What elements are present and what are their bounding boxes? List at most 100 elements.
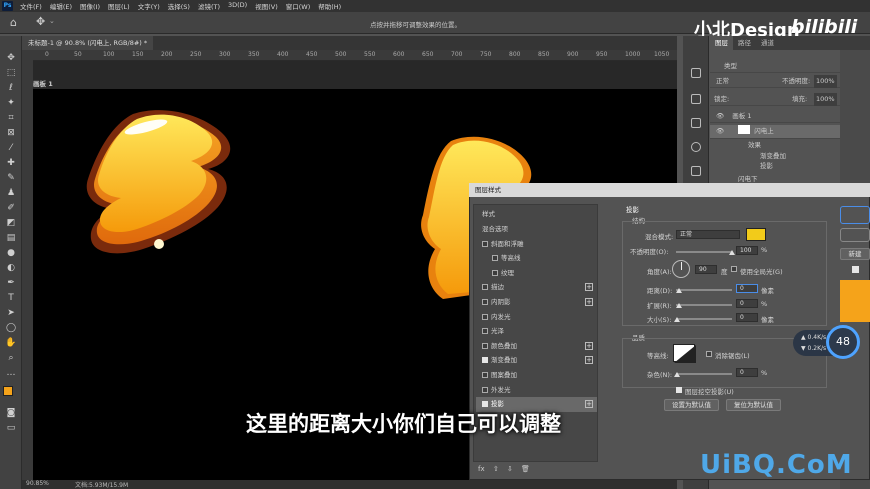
add-style-icon[interactable]: + [585,298,593,306]
style-item[interactable]: 斜面和浮雕 [476,237,597,252]
cancel-button[interactable] [840,228,870,242]
distance-slider-thumb[interactable] [676,288,682,293]
noise-input[interactable]: 0 [736,368,758,377]
distance-input[interactable]: 0 [736,284,758,293]
new-style-button[interactable]: 新建 [840,248,870,260]
foreground-color-swatch[interactable] [3,386,13,396]
layer-row-lightning-top[interactable]: 👁闪电上fx [710,125,853,139]
dialog-title[interactable]: 图层样式 [469,183,870,197]
style-checkbox[interactable] [482,284,488,291]
menu-item[interactable]: 文件(F) [16,1,46,11]
tab-channels[interactable]: 通道 [756,36,779,50]
style-checkbox[interactable] [482,313,488,320]
opacity-slider-thumb[interactable] [729,250,735,255]
brush-tool-icon[interactable]: ✎ [5,172,17,184]
style-item[interactable]: 等高线 [476,251,597,266]
style-item[interactable]: 图案叠加 [476,368,597,383]
contour-picker[interactable] [673,344,696,363]
spread-input[interactable]: 0 [736,299,758,308]
layer-filter-row[interactable]: 类型 [710,60,840,73]
menu-item[interactable]: 文字(Y) [134,1,164,11]
quick-mask-icon[interactable]: ◙ [5,407,17,419]
add-style-icon[interactable]: + [585,283,593,292]
gradient-tool-icon[interactable]: ▤ [5,232,17,244]
add-style-icon[interactable]: + [585,400,593,409]
layer-row-artboard[interactable]: 👁 画板 1 [710,110,840,123]
hand-tool-icon[interactable]: ✋ [5,337,17,349]
stamp-tool-icon[interactable]: ♟ [5,187,17,199]
eyedropper-icon[interactable]: ⁄ [5,142,17,154]
healing-brush-icon[interactable]: ✚ [5,157,17,169]
antialias-checkbox[interactable] [706,351,712,357]
menu-item[interactable]: 窗口(W) [282,1,315,11]
opacity-slider-track[interactable] [676,251,732,253]
angle-dial[interactable] [672,260,690,278]
type-tool-icon[interactable]: T [5,292,17,304]
preview-checkbox[interactable] [852,266,859,273]
menu-item[interactable]: 图像(I) [76,1,104,11]
add-style-icon[interactable]: + [585,356,593,365]
frame-tool-icon[interactable]: ⊠ [5,127,17,139]
screen-mode-icon[interactable]: ▭ [5,422,17,434]
dialog-bottom-icons[interactable]: fx ⇧ ⇩ 🗑 [478,465,530,473]
style-item[interactable]: 描边 + [476,280,597,295]
shape-tool-icon[interactable]: ◯ [5,322,17,334]
size-slider-thumb[interactable] [674,317,680,322]
libraries-icon[interactable] [691,166,701,176]
style-checkbox[interactable] [482,357,488,364]
noise-slider-track[interactable] [676,373,732,375]
global-light-checkbox[interactable] [731,266,737,272]
knockout-checkbox[interactable] [676,387,682,393]
document-tab[interactable]: 未标题-1 @ 90.8% (闪电上, RGB/8#) * [22,36,154,50]
move-tool-icon[interactable]: ✥ [5,52,17,64]
effect-drop-shadow-row[interactable]: 投影 [710,160,840,173]
adjustments-icon[interactable] [691,142,701,152]
style-checkbox[interactable] [482,401,488,408]
chevron-down-icon[interactable]: ⌄ [49,17,55,25]
style-checkbox[interactable] [482,372,488,378]
style-item[interactable]: 纹理 [476,266,597,281]
opacity-input[interactable]: 100 [736,246,758,255]
distance-slider-track[interactable] [676,289,732,291]
style-checkbox[interactable] [482,328,488,335]
menu-item[interactable]: 编辑(E) [46,1,76,11]
menu-item[interactable]: 选择(S) [164,1,194,11]
size-slider-track[interactable] [676,318,732,320]
layer-blend-mode[interactable]: 正常 [710,77,729,85]
style-checkbox[interactable] [482,299,488,305]
more-tools-icon[interactable]: … [5,367,17,379]
menu-item[interactable]: 滤镜(T) [194,1,224,11]
style-item[interactable]: 内发光 [476,310,597,325]
marquee-tool-icon[interactable]: ⬚ [5,67,17,79]
zoom-tool-icon[interactable]: ⌕ [5,352,17,364]
pen-tool-icon[interactable]: ✒ [5,277,17,289]
style-item[interactable]: 光泽 [476,324,597,339]
set-default-button[interactable]: 设置为默认值 [664,399,719,411]
style-item[interactable]: 内阴影 + [476,295,597,310]
reset-default-button[interactable]: 复位为默认值 [726,399,781,411]
tab-layers[interactable]: 图层 [710,36,733,50]
menu-item[interactable]: 图层(L) [104,1,134,11]
noise-slider-thumb[interactable] [674,372,680,377]
angle-input[interactable]: 90 [695,265,717,274]
path-select-icon[interactable]: ➤ [5,307,17,319]
style-checkbox[interactable] [482,342,488,349]
shadow-color-swatch[interactable] [746,228,766,241]
menu-item[interactable]: 视图(V) [251,1,282,11]
style-item[interactable]: 渐变叠加 + [476,353,597,368]
blend-mode-select[interactable]: 正常 [676,230,740,239]
fill-value[interactable]: 100% [814,93,837,106]
artboard-label[interactable]: 画板 1 [33,78,53,88]
color-icon[interactable] [691,118,701,128]
eraser-icon[interactable]: ◩ [5,217,17,229]
style-checkbox[interactable] [492,255,498,262]
style-item[interactable]: 混合选项 [476,222,597,237]
style-item[interactable]: 颜色叠加 + [476,339,597,354]
crop-tool-icon[interactable]: ⌗ [5,112,17,124]
style-item[interactable]: 外发光 [476,383,597,398]
home-icon[interactable]: ⌂ [10,16,17,29]
dodge-tool-icon[interactable]: ◐ [5,262,17,274]
add-style-icon[interactable]: + [585,341,593,350]
spread-slider-thumb[interactable] [676,303,682,308]
lasso-tool-icon[interactable]: ℓ [5,82,17,94]
